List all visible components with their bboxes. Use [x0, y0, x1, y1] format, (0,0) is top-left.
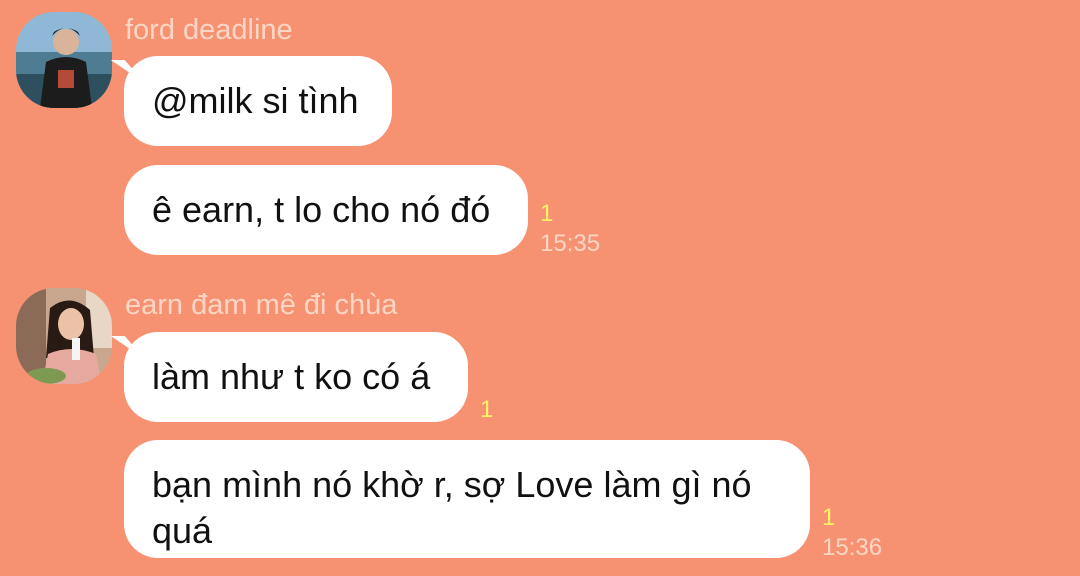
- message-text: ê earn, t lo cho nó đó: [152, 189, 491, 230]
- message-text: @milk si tình: [152, 80, 359, 121]
- avatar-photo-icon: [16, 12, 112, 108]
- message-bubble[interactable]: bạn mình nó khờ r, sợ Love làm gì nó quá: [124, 440, 810, 558]
- message-text: làm như t ko có á: [152, 356, 431, 397]
- avatar-ford-deadline[interactable]: [16, 12, 112, 108]
- avatar-earn[interactable]: [16, 288, 112, 384]
- message-bubble[interactable]: ê earn, t lo cho nó đó: [124, 165, 528, 255]
- avatar-photo-icon: [16, 288, 112, 384]
- read-count: 1: [822, 504, 836, 531]
- message-timestamp: 15:36: [822, 534, 883, 561]
- message-timestamp: 15:35: [540, 230, 601, 257]
- read-count: 1: [480, 396, 494, 423]
- message-bubble[interactable]: @milk si tình: [124, 56, 392, 146]
- message-text: bạn mình nó khờ r, sợ Love làm gì nó quá: [152, 464, 752, 551]
- read-count: 1: [540, 200, 554, 227]
- sender-name: ford deadline: [125, 14, 293, 46]
- message-bubble[interactable]: làm như t ko có á: [124, 332, 468, 422]
- sender-name: earn đam mê đi chùa: [125, 289, 398, 321]
